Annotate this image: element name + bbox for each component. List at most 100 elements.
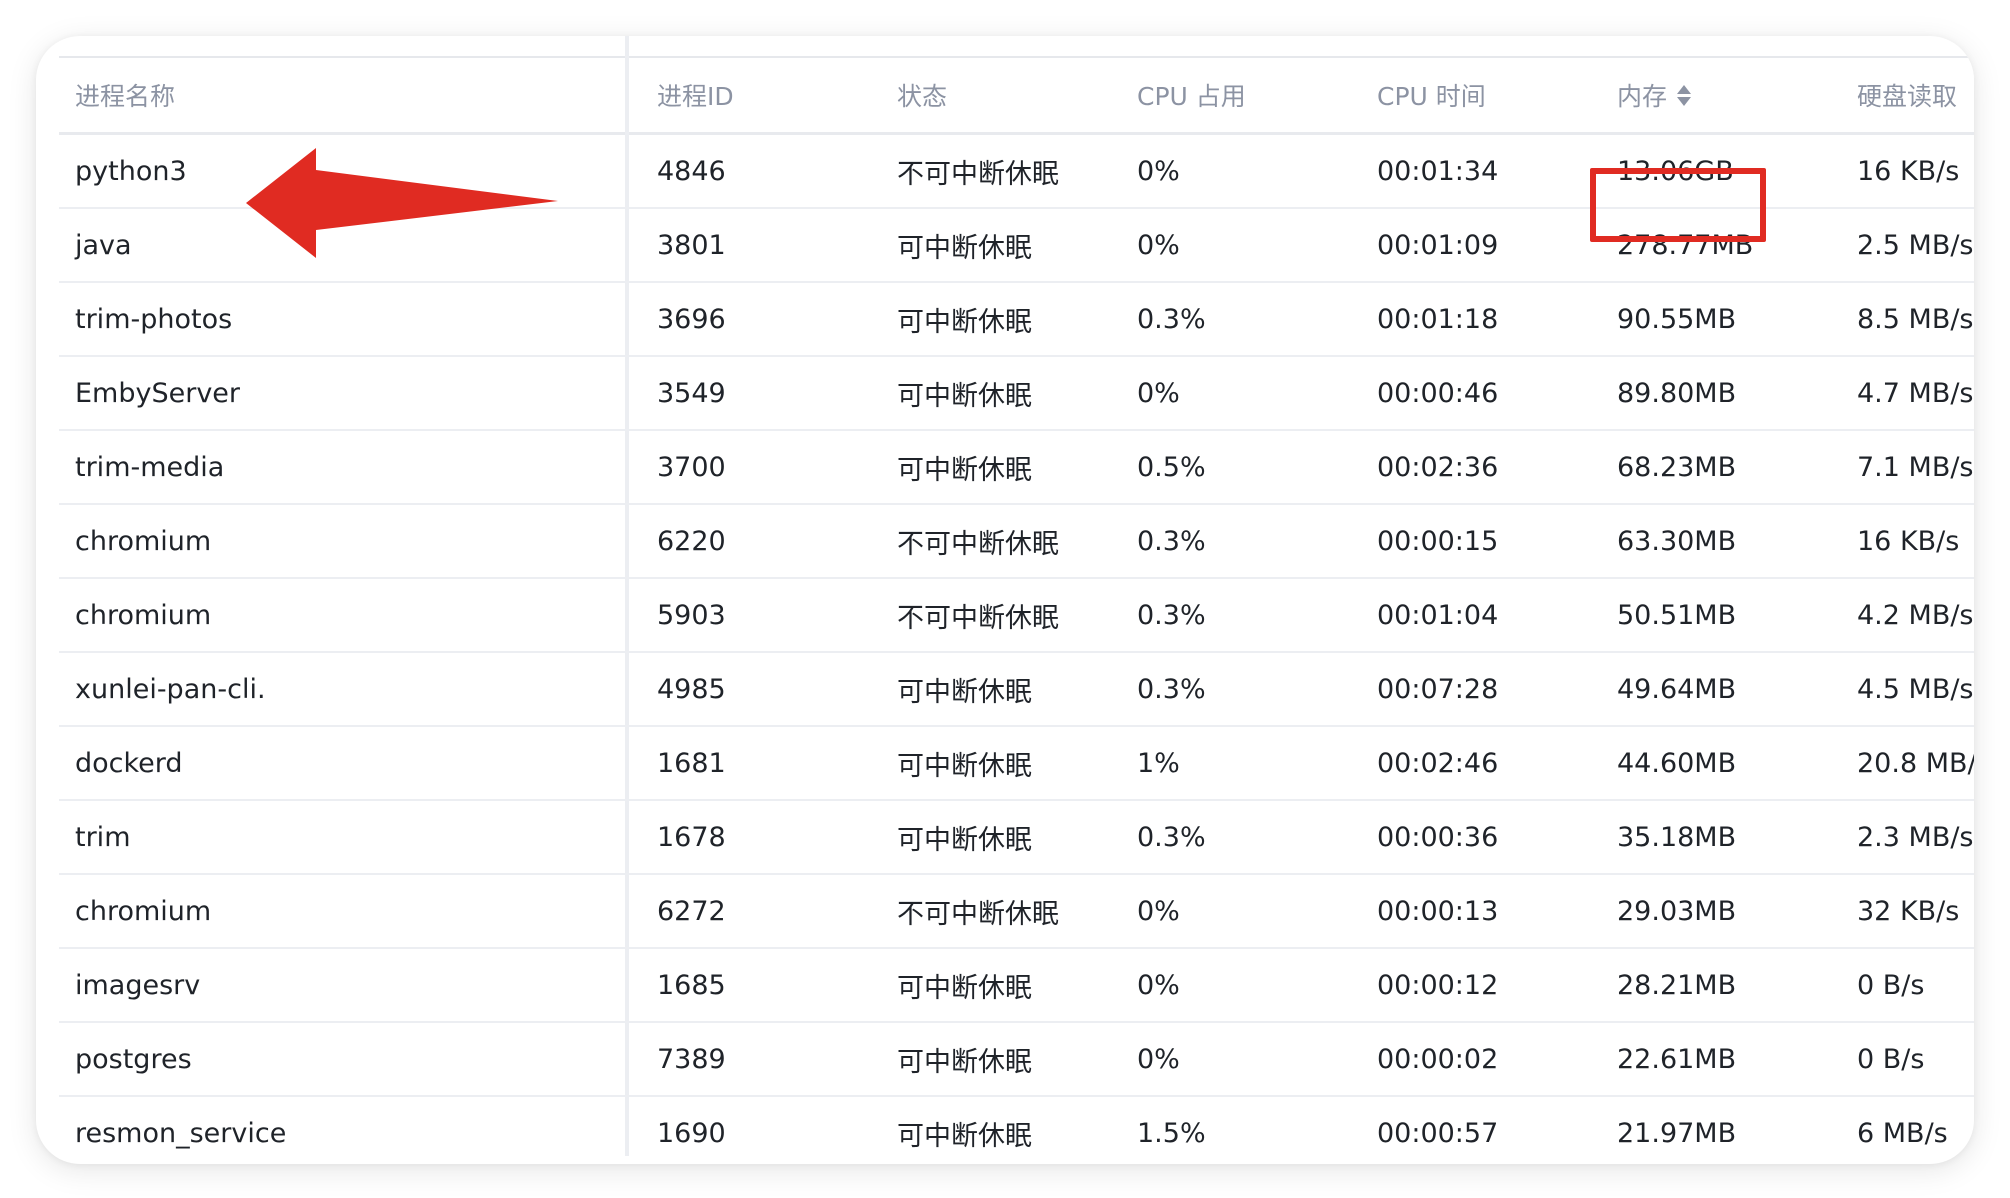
table-body: python3 4846 不可中断休眠 0% 00:01:34 13.06GB 16 KB/… <box>59 135 1974 1164</box>
cell-disk-read: 0 B/s <box>1857 969 1925 1001</box>
cell-status: 不可中断休眠 <box>897 158 1059 190</box>
cell-cpu-usage: 0% <box>1137 377 1180 409</box>
cell-process-id: 7389 <box>657 1043 726 1075</box>
cell-cpu-usage: 0.3% <box>1137 599 1206 631</box>
table-row[interactable]: imagesrv 1685 可中断休眠 0% 00:00:12 28.21MB 0 B/s <box>59 949 1974 1023</box>
cell-process-name: dockerd <box>75 747 183 779</box>
process-list-card: 进程名称 进程ID 状态 CPU 占用 CPU 时间 内存 硬盘读取 pytho… <box>36 36 1974 1164</box>
red-arrow-left-icon <box>246 148 558 258</box>
table-row[interactable]: chromium 6272 不可中断休眠 0% 00:00:13 29.03MB 32 KB… <box>59 875 1974 949</box>
cell-disk-read: 4.5 MB/s <box>1857 673 1974 705</box>
cell-cpu-time: 00:01:18 <box>1377 303 1499 335</box>
table-row[interactable]: dockerd 1681 可中断休眠 1% 00:02:46 44.60MB 20.8 MB… <box>59 727 1974 801</box>
memory-highlight-box <box>1590 168 1766 242</box>
cell-cpu-time: 00:01:04 <box>1377 599 1499 631</box>
cell-process-name: EmbyServer <box>75 377 241 409</box>
cell-process-id: 4985 <box>657 673 726 705</box>
cell-process-name: trim <box>75 821 131 853</box>
cell-cpu-usage: 0% <box>1137 229 1180 261</box>
table-row[interactable]: trim-media 3700 可中断休眠 0.5% 00:02:36 68.23MB 7.… <box>59 431 1974 505</box>
cell-cpu-usage: 0.5% <box>1137 451 1206 483</box>
cell-status: 可中断休眠 <box>897 232 1032 264</box>
table-row[interactable]: postgres 7389 可中断休眠 0% 00:00:02 22.61MB 0 B/s <box>59 1023 1974 1097</box>
cell-cpu-usage: 0% <box>1137 969 1180 1001</box>
cell-disk-read: 6 MB/s <box>1857 1117 1948 1149</box>
cell-status: 可中断休眠 <box>897 454 1032 486</box>
cell-disk-read: 7.1 MB/s <box>1857 451 1974 483</box>
table-row[interactable]: trim 1678 可中断休眠 0.3% 00:00:36 35.18MB 2.3 MB/s <box>59 801 1974 875</box>
table-row[interactable]: EmbyServer 3549 可中断休眠 0% 00:00:46 89.80MB 4.7 … <box>59 357 1974 431</box>
cell-disk-read: 8.5 MB/s <box>1857 303 1974 335</box>
header-memory[interactable]: 内存 <box>1617 58 1692 132</box>
cell-memory: 63.30MB <box>1617 525 1737 557</box>
cell-disk-read: 20.8 MB/s <box>1857 747 1974 779</box>
cell-process-id: 1681 <box>657 747 726 779</box>
header-process-id[interactable]: 进程ID <box>657 58 734 132</box>
header-process-name[interactable]: 进程名称 <box>75 58 175 132</box>
cell-process-id: 6272 <box>657 895 726 927</box>
cell-cpu-time: 00:00:46 <box>1377 377 1499 409</box>
table-row[interactable]: trim-photos 3696 可中断休眠 0.3% 00:01:18 90.55MB 8… <box>59 283 1974 357</box>
cell-process-id: 5903 <box>657 599 726 631</box>
cell-cpu-time: 00:00:02 <box>1377 1043 1499 1075</box>
cell-process-id: 3549 <box>657 377 726 409</box>
table-row[interactable]: chromium 5903 不可中断休眠 0.3% 00:01:04 50.51MB 4.2… <box>59 579 1974 653</box>
cell-process-id: 3700 <box>657 451 726 483</box>
table-row[interactable]: chromium 6220 不可中断休眠 0.3% 00:00:15 63.30MB 16 … <box>59 505 1974 579</box>
cell-cpu-time: 00:00:36 <box>1377 821 1499 853</box>
cell-process-name: resmon_service <box>75 1117 287 1149</box>
cell-cpu-time: 00:01:34 <box>1377 155 1499 187</box>
cell-cpu-usage: 0% <box>1137 1043 1180 1075</box>
cell-disk-read: 0 B/s <box>1857 1043 1925 1075</box>
cell-cpu-time: 00:00:13 <box>1377 895 1499 927</box>
cell-process-id: 4846 <box>657 155 726 187</box>
cell-memory: 29.03MB <box>1617 895 1737 927</box>
cell-process-id: 6220 <box>657 525 726 557</box>
cell-process-id: 3801 <box>657 229 726 261</box>
cell-memory: 89.80MB <box>1617 377 1737 409</box>
cell-memory: 49.64MB <box>1617 673 1737 705</box>
cell-memory: 44.60MB <box>1617 747 1737 779</box>
cell-cpu-time: 00:07:28 <box>1377 673 1499 705</box>
header-cpu-time[interactable]: CPU 时间 <box>1377 58 1486 132</box>
cell-process-name: trim-photos <box>75 303 233 335</box>
cell-process-name: xunlei-pan-cli. <box>75 673 266 705</box>
sort-caret-icon[interactable] <box>1677 84 1692 106</box>
cell-disk-read: 32 KB/s <box>1857 895 1960 927</box>
cell-cpu-usage: 0% <box>1137 895 1180 927</box>
cell-disk-read: 4.7 MB/s <box>1857 377 1974 409</box>
cell-status: 可中断休眠 <box>897 1120 1032 1152</box>
cell-memory: 68.23MB <box>1617 451 1737 483</box>
table-row[interactable]: resmon_service 1690 可中断休眠 1.5% 00:00:57 21.97… <box>59 1097 1974 1164</box>
table-row[interactable]: xunlei-pan-cli. 4985 可中断休眠 0.3% 00:07:28 49.6… <box>59 653 1974 727</box>
header-cpu-usage[interactable]: CPU 占用 <box>1137 58 1246 132</box>
cell-status: 可中断休眠 <box>897 972 1032 1004</box>
cell-memory: 35.18MB <box>1617 821 1737 853</box>
header-status[interactable]: 状态 <box>897 58 947 132</box>
table-header: 进程名称 进程ID 状态 CPU 占用 CPU 时间 内存 硬盘读取 <box>59 56 1974 135</box>
cell-cpu-usage: 1.5% <box>1137 1117 1206 1149</box>
cell-disk-read: 4.2 MB/s <box>1857 599 1974 631</box>
cell-process-name: trim-media <box>75 451 225 483</box>
cell-process-name: postgres <box>75 1043 192 1075</box>
cell-status: 可中断休眠 <box>897 380 1032 412</box>
cell-process-name: chromium <box>75 525 212 557</box>
cell-status: 不可中断休眠 <box>897 528 1059 560</box>
header-memory-label: 内存 <box>1617 82 1668 111</box>
cell-cpu-time: 00:00:12 <box>1377 969 1499 1001</box>
cell-cpu-time: 00:02:46 <box>1377 747 1499 779</box>
cell-cpu-usage: 0.3% <box>1137 673 1206 705</box>
cell-disk-read: 2.5 MB/s <box>1857 229 1974 261</box>
cell-process-id: 1678 <box>657 821 726 853</box>
cell-process-name: python3 <box>75 155 187 187</box>
cell-memory: 21.97MB <box>1617 1117 1737 1149</box>
cell-process-id: 1690 <box>657 1117 726 1149</box>
cell-memory: 90.55MB <box>1617 303 1737 335</box>
header-disk-read[interactable]: 硬盘读取 <box>1857 58 1957 132</box>
cell-process-name: chromium <box>75 895 212 927</box>
cell-cpu-usage: 0.3% <box>1137 525 1206 557</box>
cell-status: 可中断休眠 <box>897 306 1032 338</box>
column-divider <box>625 36 629 1156</box>
cell-cpu-usage: 0% <box>1137 155 1180 187</box>
cell-status: 可中断休眠 <box>897 1046 1032 1078</box>
